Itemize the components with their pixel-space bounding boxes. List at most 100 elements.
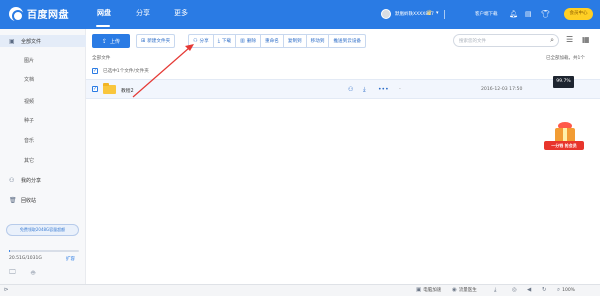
upload-button[interactable]: ⇪ 上传 [92,34,130,48]
logo-text: 百度网盘 [27,10,69,21]
client-download-link[interactable]: 客户端下载 [475,11,498,17]
refresh-icon[interactable]: ↻ [542,287,549,293]
sort-icon[interactable]: ☰ [566,35,573,44]
top-navigation-bar: 百度网盘 网盘 分享 更多 默凰蛉轶XXXX887 ♛ ▾ 客户端下载 🔔︎ ▤… [0,0,600,29]
nav-tab-netdisk[interactable]: 网盘 [97,8,111,18]
grid-view-icon[interactable]: ▦ [582,35,590,44]
trash-icon: ▥ [240,38,245,44]
table-row[interactable]: ✓ 教程2 ⚇ ⤓ ••• - 2016-12-03 17:50 [86,79,600,99]
storage-usage-bar [9,250,79,252]
delete-label: 删除 [246,39,257,44]
sidebar-item-label: 种子 [24,117,35,124]
progress-tooltip: 99.7% [553,76,574,88]
sidebar-item-music[interactable]: 音乐 [0,134,86,146]
nav-tab-share[interactable]: 分享 [136,8,150,18]
sidebar-item-other[interactable]: 其它 [0,154,86,166]
baidu-netdisk-logo[interactable]: 百度网盘 [9,6,69,22]
file-actions-group: ⚇ 分享 ⤓ 下载 ▥ 删除 重命名 复制到 移动到 推送到云设备 [188,34,367,48]
sidebar-item-label: 回收站 [21,197,37,204]
sidebar: ▣ 全部文件 图片 文档 视频 种子 音乐 其它 ⚇ 我的分享 🗑︎ 回收站 免… [0,29,86,284]
share-button[interactable]: ⚇ 分享 [189,35,214,47]
download-icon: ⤓ [217,38,220,44]
volume-icon[interactable]: ◀ [527,287,533,293]
vip-center-button[interactable]: 会员中心 [564,8,593,20]
pc-accelerate-label: 电脑加速 [423,288,442,293]
download-status-icon[interactable]: ⤓ [494,287,498,294]
copy-to-button[interactable]: 复制到 [284,35,307,47]
rename-button[interactable]: 重命名 [261,35,284,47]
sidebar-item-documents[interactable]: 文档 [0,73,86,85]
share-icon[interactable]: ⚇ [348,86,353,93]
sidebar-item-label: 其它 [24,157,35,164]
shirt-icon[interactable]: 👕︎ [541,9,550,19]
expand-storage-link[interactable]: 扩容 [66,256,75,262]
zoom-control[interactable]: ⌕ 100% [557,287,575,294]
sidebar-item-my-shares[interactable]: ⚇ 我的分享 [0,174,86,186]
sidebar-item-label: 全部文件 [21,38,42,45]
chevron-down-icon[interactable]: ▾ [436,10,439,16]
storage-usage-text: 20.51G/1031G [9,256,42,261]
trash-icon: 🗑︎ [9,196,17,204]
selection-status-text: 已选中1个文件/文件夹 [103,69,149,74]
select-all-row: ✓ 已选中1个文件/文件夹 [92,68,149,74]
sidebar-item-label: 文档 [24,76,35,83]
sidebar-item-all-files[interactable]: ▣ 全部文件 [0,35,86,47]
rename-label: 重命名 [265,39,279,44]
sidebar-item-videos[interactable]: 视频 [0,95,86,107]
push-to-device-button[interactable]: 推送到云设备 [329,35,365,47]
traffic-doctor-label: 流量医生 [458,288,477,293]
sidebar-item-recycle-bin[interactable]: 🗑︎ 回收站 [0,194,86,206]
breadcrumb[interactable]: 全部文件 [92,55,110,61]
cloud-logo-icon [9,6,24,22]
sidebar-item-label: 视频 [24,98,35,105]
accelerate-icon: ▣ [416,287,422,293]
new-folder-button[interactable]: ⊞ 新建文件夹 [137,35,174,47]
gift-promo[interactable]: 一分钱 抢会员 [544,122,584,158]
sidebar-item-images[interactable]: 图片 [0,54,86,66]
select-all-checkbox[interactable]: ✓ [92,68,98,74]
monitor-icon[interactable]: 🖵︎ [9,268,16,277]
pc-accelerate-button[interactable]: ▣ 电脑加速 [416,287,441,293]
row-checkbox[interactable]: ✓ [92,86,98,92]
nav-tab-more[interactable]: 更多 [174,8,188,18]
android-icon[interactable]: 🤖︎ [31,268,35,278]
sidebar-item-label: 图片 [24,57,35,64]
upload-label: 上传 [110,38,121,45]
new-folder-label: 新建文件夹 [147,39,171,44]
share-icon: ⚇ [193,38,198,44]
traffic-icon: ◉ [452,287,457,293]
traffic-doctor-button[interactable]: ◉ 流量医生 [452,287,477,293]
crown-icon: ♛ [426,9,433,17]
loaded-count-text: 已全部加载，共1个 [546,56,585,61]
sidebar-item-torrents[interactable]: 种子 [0,114,86,126]
download-label: 下载 [221,39,232,44]
delete-button[interactable]: ▥ 删除 [236,35,262,47]
new-folder-icon: ⊞ [141,38,146,44]
share-icon: ⚇ [9,176,15,184]
storage-usage-fill [9,250,11,252]
search-icon[interactable]: ⌕ [550,36,554,45]
more-icon[interactable]: ••• [378,86,389,93]
move-to-label: 移动到 [310,39,325,44]
download-icon[interactable]: ⤓ [363,86,366,94]
download-button[interactable]: ⤓ 下载 [214,35,237,47]
move-to-button[interactable]: 移动到 [307,35,330,47]
file-size: - [399,86,401,92]
clipboard-icon[interactable]: ▤ [525,9,532,19]
user-avatar[interactable] [381,9,391,19]
search-input[interactable] [459,37,539,45]
new-folder-group: ⊞ 新建文件夹 [136,34,176,48]
share-label: 分享 [199,39,209,44]
bell-icon[interactable]: 🔔︎ [509,9,518,19]
active-tab-indicator [96,25,110,27]
file-name[interactable]: 教程2 [121,87,134,94]
free-storage-promo-button[interactable]: 免费领取2048G容量超额 [6,224,79,236]
globe-icon[interactable]: ◎ [512,287,519,293]
zoom-level: 100% [562,288,575,293]
zoom-icon: ⌕ [557,287,561,293]
sidebar-toggle-icon[interactable]: ⊳ [4,287,11,293]
copy-to-label: 复制到 [287,39,302,44]
file-date: 2016-12-03 17:50 [481,87,523,92]
push-to-device-label: 推送到云设备 [333,39,362,44]
sidebar-item-label: 我的分享 [21,177,42,184]
